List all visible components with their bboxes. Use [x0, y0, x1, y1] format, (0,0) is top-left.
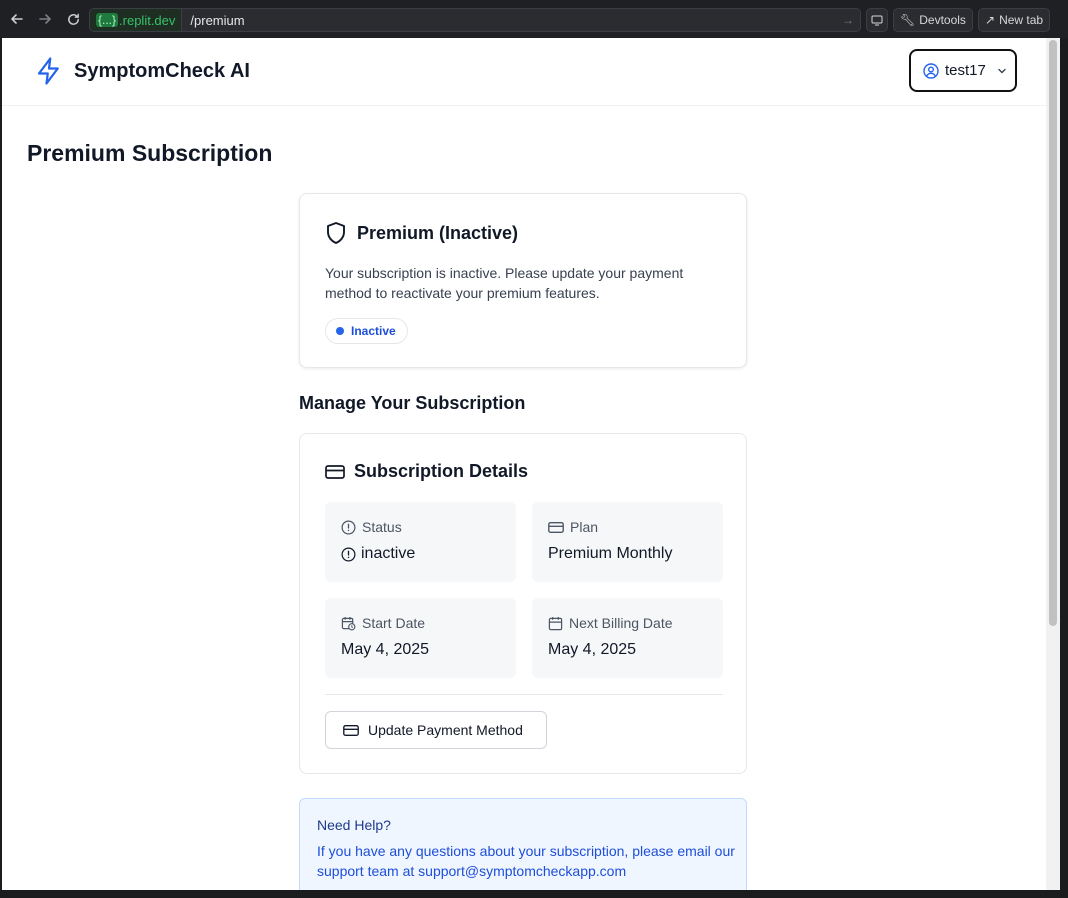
status-badge: Inactive	[325, 318, 408, 344]
monitor-icon	[871, 15, 883, 26]
browser-toolbar: {...} .replit.dev /premium → 🔧︎ Devtools ↗…	[0, 0, 1068, 38]
external-link-icon: ↗	[985, 13, 996, 27]
devtools-label: Devtools	[919, 13, 966, 27]
chevron-down-icon	[998, 68, 1006, 73]
manage-section-title: Manage Your Subscription	[299, 393, 526, 413]
divider	[325, 694, 723, 695]
start-date-value-row: May 4, 2025	[341, 641, 429, 659]
app-logo[interactable]: SymptomCheck AI	[34, 55, 250, 87]
status-card-header: Premium (Inactive)	[325, 221, 518, 245]
start-date-label-row: Start Date	[341, 615, 425, 631]
plan-value: Premium Monthly	[548, 545, 673, 562]
plan-value-row: Premium Monthly	[548, 545, 672, 563]
window-frame-bottom	[0, 890, 1068, 898]
update-payment-label: Update Payment Method	[368, 722, 523, 738]
new-tab-label: New tab	[999, 13, 1044, 27]
help-box: Need Help? If you have any questions abo…	[299, 798, 747, 890]
page-title: Premium Subscription	[27, 140, 273, 166]
user-menu-button[interactable]: test17	[909, 49, 1017, 92]
next-billing-label-row: Next Billing Date	[548, 615, 673, 631]
status-value: inactive	[361, 545, 416, 562]
go-arrow-icon[interactable]: →	[842, 13, 854, 27]
username: test17	[945, 62, 986, 79]
subscription-status-card: Premium (Inactive) Your subscription is …	[299, 193, 747, 368]
plan-label-row: Plan	[548, 519, 598, 535]
page-scrollbar[interactable]	[1046, 38, 1060, 890]
subscription-details-card: Subscription Details Status inactive Pla…	[299, 433, 747, 774]
address-bar[interactable]: {...} .replit.dev /premium →	[89, 8, 861, 32]
device-preview-button[interactable]	[866, 8, 888, 32]
credit-card-icon	[343, 724, 359, 736]
status-description: Your subscription is inactive. Please up…	[325, 265, 684, 301]
url-braces: {...}	[96, 13, 119, 27]
url-path: /premium	[190, 12, 245, 28]
plan-tile: Plan Premium Monthly	[532, 502, 723, 582]
user-circle-icon	[923, 62, 939, 79]
help-title: Need Help?	[317, 817, 391, 833]
next-billing-tile: Next Billing Date May 4, 2025	[532, 598, 723, 678]
status-card-title: Premium (Inactive)	[357, 222, 519, 243]
status-label: Status	[362, 519, 402, 535]
calendar-clock-icon	[341, 616, 356, 630]
calendar-icon	[548, 616, 563, 630]
status-value-row: inactive	[341, 545, 415, 563]
next-billing-value: May 4, 2025	[548, 641, 637, 658]
update-payment-button[interactable]: Update Payment Method	[325, 711, 547, 749]
lightning-icon	[37, 57, 59, 85]
start-date-value: May 4, 2025	[341, 641, 430, 658]
plan-label: Plan	[570, 519, 599, 535]
alert-circle-icon	[341, 547, 356, 561]
reload-icon[interactable]	[59, 5, 87, 33]
url-host: {...} .replit.dev	[90, 9, 183, 31]
alert-circle-icon	[341, 520, 356, 534]
new-tab-button[interactable]: ↗ New tab	[978, 8, 1051, 32]
status-dot-icon	[336, 327, 344, 335]
shield-icon	[327, 222, 345, 244]
forward-icon[interactable]	[31, 5, 59, 33]
next-billing-value-row: May 4, 2025	[548, 641, 636, 659]
help-text: If you have any questions about your sub…	[317, 843, 735, 879]
status-badge-label: Inactive	[351, 324, 396, 338]
next-billing-label: Next Billing Date	[569, 615, 673, 631]
credit-card-icon	[325, 464, 345, 479]
start-date-label: Start Date	[362, 615, 426, 631]
status-label-row: Status	[341, 519, 402, 535]
scrollbar-thumb[interactable]	[1049, 40, 1057, 626]
start-date-tile: Start Date May 4, 2025	[325, 598, 516, 678]
page-viewport: SymptomCheck AI test17 Premium Subscript…	[2, 38, 1046, 890]
details-card-title: Subscription Details	[354, 461, 529, 481]
url-host-text: .replit.dev	[119, 12, 176, 28]
details-card-header: Subscription Details	[325, 461, 528, 482]
devtools-button[interactable]: 🔧︎ Devtools	[893, 8, 973, 32]
credit-card-icon	[548, 521, 564, 533]
wrench-icon: 🔧︎	[900, 13, 916, 27]
status-tile: Status inactive	[325, 502, 516, 582]
app-name: SymptomCheck AI	[74, 59, 250, 82]
site-header: SymptomCheck AI test17	[2, 38, 1046, 106]
window-frame-right	[1060, 38, 1068, 898]
back-icon[interactable]	[3, 5, 31, 33]
